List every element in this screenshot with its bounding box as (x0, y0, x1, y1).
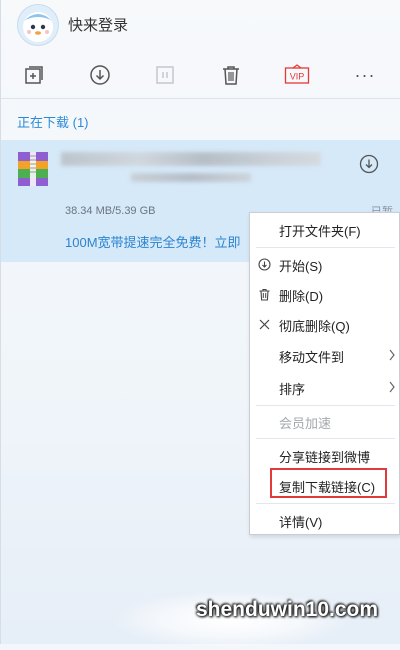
download-size-progress: 38.34 MB/5.39 GB (65, 205, 156, 217)
menu-item-label: 打开文件夹(F) (279, 224, 361, 239)
menu-item-label: 删除(D) (279, 289, 324, 304)
menu-item-delete[interactable]: 删除(D) (250, 279, 400, 309)
menu-item-label: 彻底删除(Q) (279, 319, 350, 334)
start-download-button[interactable] (87, 62, 113, 88)
menu-item-label: 会员加速 (279, 416, 332, 431)
close-icon (259, 319, 270, 330)
trash-icon (223, 66, 239, 85)
vip-icon: VIP (284, 64, 310, 84)
menu-item-share-weibo[interactable]: 分享链接到微博 (250, 440, 400, 470)
menu-item-sort[interactable]: 排序 (250, 372, 400, 402)
play-icon (258, 258, 271, 271)
vip-button[interactable]: VIP (284, 62, 310, 88)
menu-separator (256, 438, 395, 439)
download-icon[interactable] (359, 154, 379, 174)
chevron-right-icon (389, 349, 395, 361)
menu-item-vip-speedup: 会员加速 (250, 406, 400, 436)
downloading-section-title[interactable]: 正在下载 (1) (17, 112, 89, 131)
header: 快来登录 (1, 0, 400, 48)
highlight-box (270, 468, 387, 498)
menu-separator (256, 503, 395, 504)
vip-label: VIP (290, 72, 305, 82)
trash-icon (259, 288, 270, 301)
pause-icon (156, 66, 174, 84)
more-icon: ··· (354, 64, 376, 85)
add-icon (25, 66, 43, 84)
zip-file-icon (18, 152, 48, 186)
chevron-right-icon (389, 381, 395, 393)
site-watermark: shenduwin10.com (196, 598, 379, 621)
delete-button[interactable] (218, 62, 244, 88)
toolbar-divider (1, 98, 400, 99)
mascot-icon (23, 12, 53, 42)
menu-item-label: 开始(S) (279, 259, 323, 274)
toolbar: VIP ··· (1, 56, 400, 92)
download-icon (90, 65, 110, 85)
menu-item-label: 排序 (279, 382, 306, 397)
avatar[interactable] (17, 4, 59, 46)
menu-item-details[interactable]: 详情(V) (250, 505, 400, 535)
menu-item-delete-permanently[interactable]: 彻底删除(Q) (250, 309, 400, 339)
speedup-promo-link[interactable]: 100M宽带提速完全免费！立即 (65, 232, 241, 251)
login-prompt[interactable]: 快来登录 (68, 14, 128, 35)
menu-item-move-file-to[interactable]: 移动文件到 (250, 340, 400, 370)
file-subtext-blurred (131, 173, 251, 182)
menu-separator (256, 247, 395, 248)
file-name-blurred (61, 152, 321, 166)
menu-item-open-folder[interactable]: 打开文件夹(F) (250, 214, 400, 244)
menu-item-label: 移动文件到 (279, 350, 345, 365)
menu-item-label: 详情(V) (279, 515, 323, 530)
more-button[interactable]: ··· (352, 62, 378, 88)
new-task-button[interactable] (21, 62, 47, 88)
pause-button[interactable] (152, 62, 178, 88)
menu-item-start[interactable]: 开始(S) (250, 249, 400, 279)
menu-item-label: 分享链接到微博 (279, 450, 371, 465)
